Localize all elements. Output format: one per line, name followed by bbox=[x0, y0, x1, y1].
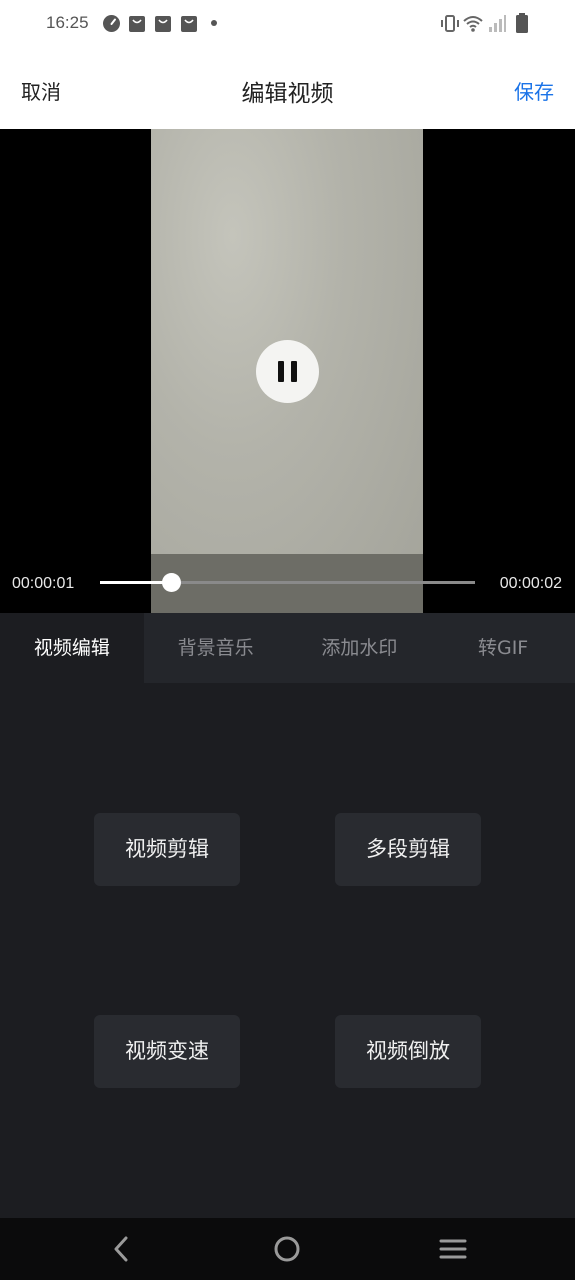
current-time: 00:00:01 bbox=[12, 575, 75, 592]
page-title: 编辑视频 bbox=[241, 81, 334, 107]
video-speed-button[interactable]: 视频变速 bbox=[94, 1015, 240, 1088]
tools-panel: 视频剪辑 多段剪辑 视频变速 视频倒放 bbox=[0, 683, 575, 1218]
vibrate-icon bbox=[441, 15, 459, 32]
shopping-bag-icon bbox=[155, 16, 171, 32]
shopping-bag-icon bbox=[129, 16, 145, 32]
shopping-bag-icon bbox=[181, 16, 197, 32]
save-button[interactable]: 保存 bbox=[514, 76, 554, 105]
home-icon[interactable] bbox=[273, 1235, 301, 1263]
tab-to-gif[interactable]: 转GIF bbox=[431, 613, 575, 683]
tab-background-music[interactable]: 背景音乐 bbox=[144, 613, 288, 683]
signal-icon bbox=[489, 15, 506, 32]
back-icon[interactable] bbox=[111, 1235, 131, 1263]
tab-add-watermark[interactable]: 添加水印 bbox=[288, 613, 432, 683]
seek-bar[interactable] bbox=[100, 573, 475, 592]
navigation-bar bbox=[0, 1218, 575, 1280]
video-trim-button[interactable]: 视频剪辑 bbox=[94, 813, 240, 886]
pause-button[interactable] bbox=[256, 340, 319, 403]
tab-video-edit[interactable]: 视频编辑 bbox=[0, 613, 144, 683]
edit-tabs: 视频编辑 背景音乐 添加水印 转GIF bbox=[0, 613, 575, 683]
wifi-icon bbox=[463, 16, 483, 32]
status-time: 16:25 bbox=[46, 13, 89, 32]
battery-icon bbox=[516, 13, 528, 33]
seek-bar-progress bbox=[100, 581, 172, 584]
dot-icon bbox=[211, 20, 217, 26]
video-player[interactable]: 00:00:01 00:00:02 bbox=[0, 129, 575, 613]
menu-icon[interactable] bbox=[439, 1235, 467, 1263]
header: 取消 编辑视频 保存 bbox=[0, 48, 575, 129]
status-bar: 16:25 bbox=[0, 0, 575, 48]
multi-segment-trim-button[interactable]: 多段剪辑 bbox=[335, 813, 481, 886]
video-reverse-button[interactable]: 视频倒放 bbox=[335, 1015, 481, 1088]
total-time: 00:00:02 bbox=[499, 575, 562, 592]
speedometer-icon bbox=[103, 15, 120, 32]
